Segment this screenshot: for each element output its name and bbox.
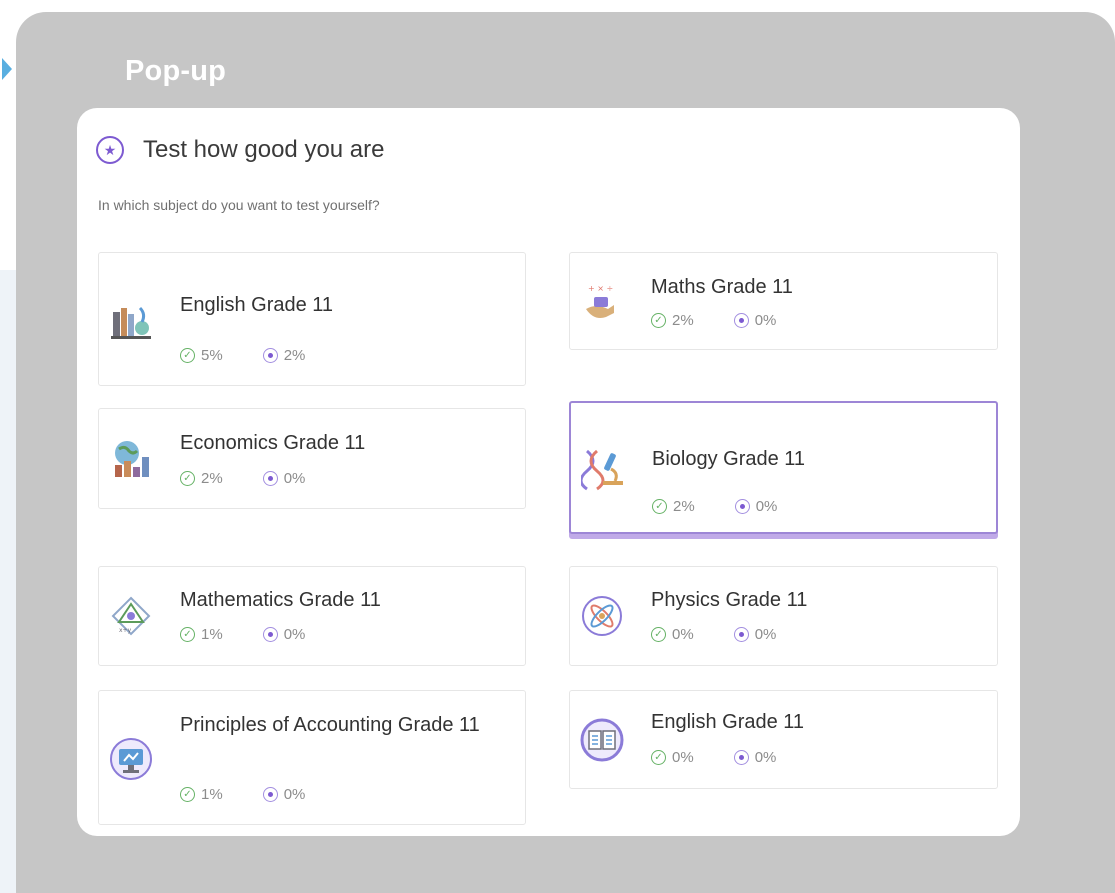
completion-stat: ✓ 5% [180,347,223,364]
subject-card-english[interactable]: English Grade 11 ✓ 5% 2% [98,252,526,386]
score-value: 0% [283,626,306,643]
subject-name: Economics Grade 11 [180,432,366,454]
monitor-icon [109,737,153,781]
subject-stats: ✓ 5% 2% [180,347,305,364]
completion-stat: ✓ 1% [180,786,223,803]
subject-name: English Grade 11 [651,711,805,733]
subject-name: Physics Grade 11 [651,589,808,611]
completion-stat: ✓ 0% [651,749,694,766]
subject-stats: ✓ 1% 0% [180,786,305,803]
dna-microscope-icon [581,447,625,491]
completion-value: 2% [673,498,695,515]
star-icon: ★ [96,136,124,164]
check-circle-icon: ✓ [180,627,195,642]
subject-stats: ✓ 0% 0% [651,626,776,643]
score-stat: 0% [262,626,306,643]
globe-chart-icon [109,437,153,481]
dialog-header: ★ Test how good you are [96,134,385,166]
score-stat: 0% [262,786,306,803]
dialog-subtitle: In which subject do you want to test you… [98,197,380,213]
check-circle-icon: ✓ [180,787,195,802]
check-circle-icon: ✓ [651,750,666,765]
score-value: 0% [754,312,777,329]
score-value: 0% [754,749,777,766]
radio-dot-icon [262,627,278,642]
score-value: 0% [754,626,777,643]
completion-value: 1% [201,786,223,803]
radio-dot-icon [262,348,278,363]
score-value: 0% [283,470,306,487]
subject-name: Biology Grade 11 [652,448,806,470]
score-value: 2% [283,347,306,364]
subject-card-accounting[interactable]: Principles of Accounting Grade 11 ✓ 1% 0% [98,690,526,825]
completion-value: 1% [201,626,223,643]
score-stat: 2% [262,347,306,364]
subject-card-mathematics[interactable]: x+y Mathematics Grade 11 ✓ 1% 0% [98,566,526,666]
arrow-icon [0,56,14,82]
atom-icon [580,594,624,638]
completion-value: 5% [201,347,223,364]
completion-stat: ✓ 1% [180,626,223,643]
subject-stats: ✓ 2% 0% [652,498,777,515]
radio-dot-icon [733,627,749,642]
completion-value: 2% [201,470,223,487]
score-stat: 0% [734,498,778,515]
radio-dot-icon [262,787,278,802]
subject-name: Mathematics Grade 11 [180,589,381,611]
page-background [0,0,16,893]
check-circle-icon: ✓ [180,471,195,486]
radio-dot-icon [733,313,749,328]
radio-dot-icon [733,750,749,765]
svg-text:+ × ÷: + × ÷ [588,284,613,293]
subject-card-economics[interactable]: Economics Grade 11 ✓ 2% 0% [98,408,526,509]
subject-stats: ✓ 1% 0% [180,626,305,643]
completion-stat: ✓ 2% [651,312,694,329]
check-circle-icon: ✓ [651,627,666,642]
subject-card-english-2[interactable]: English Grade 11 ✓ 0% 0% [569,690,998,789]
score-stat: 0% [733,312,777,329]
completion-stat: ✓ 2% [652,498,695,515]
subject-stats: ✓ 0% 0% [651,749,776,766]
completion-value: 0% [672,749,694,766]
popup-label: Pop-up [125,55,227,87]
subject-name: English Grade 11 [180,294,334,316]
radio-dot-icon [262,471,278,486]
completion-value: 2% [672,312,694,329]
completion-stat: ✓ 0% [651,626,694,643]
subject-name: Principles of Accounting Grade 11 [180,714,480,736]
subject-test-dialog: ★ Test how good you are In which subject… [77,108,1020,836]
score-stat: 0% [733,749,777,766]
check-circle-icon: ✓ [180,348,195,363]
check-circle-icon: ✓ [652,499,667,514]
check-circle-icon: ✓ [651,313,666,328]
dialog-title: Test how good you are [143,136,385,163]
math-hand-icon: + × ÷ [580,279,624,323]
completion-value: 0% [672,626,694,643]
score-value: 0% [755,498,778,515]
score-stat: 0% [733,626,777,643]
geometry-icon: x+y [109,594,153,638]
subject-card-physics[interactable]: Physics Grade 11 ✓ 0% 0% [569,566,998,666]
radio-dot-icon [734,499,750,514]
score-stat: 0% [262,470,306,487]
subject-card-maths[interactable]: + × ÷ Maths Grade 11 ✓ 2% 0% [569,252,998,350]
book-circle-icon [580,718,624,762]
subject-name: Maths Grade 11 [651,276,793,298]
subject-card-biology[interactable]: Biology Grade 11 ✓ 2% 0% [569,401,998,534]
completion-stat: ✓ 2% [180,470,223,487]
books-icon [109,298,153,342]
score-value: 0% [283,786,306,803]
svg-text:x+y: x+y [119,627,132,634]
subject-stats: ✓ 2% 0% [180,470,305,487]
subject-stats: ✓ 2% 0% [651,312,776,329]
